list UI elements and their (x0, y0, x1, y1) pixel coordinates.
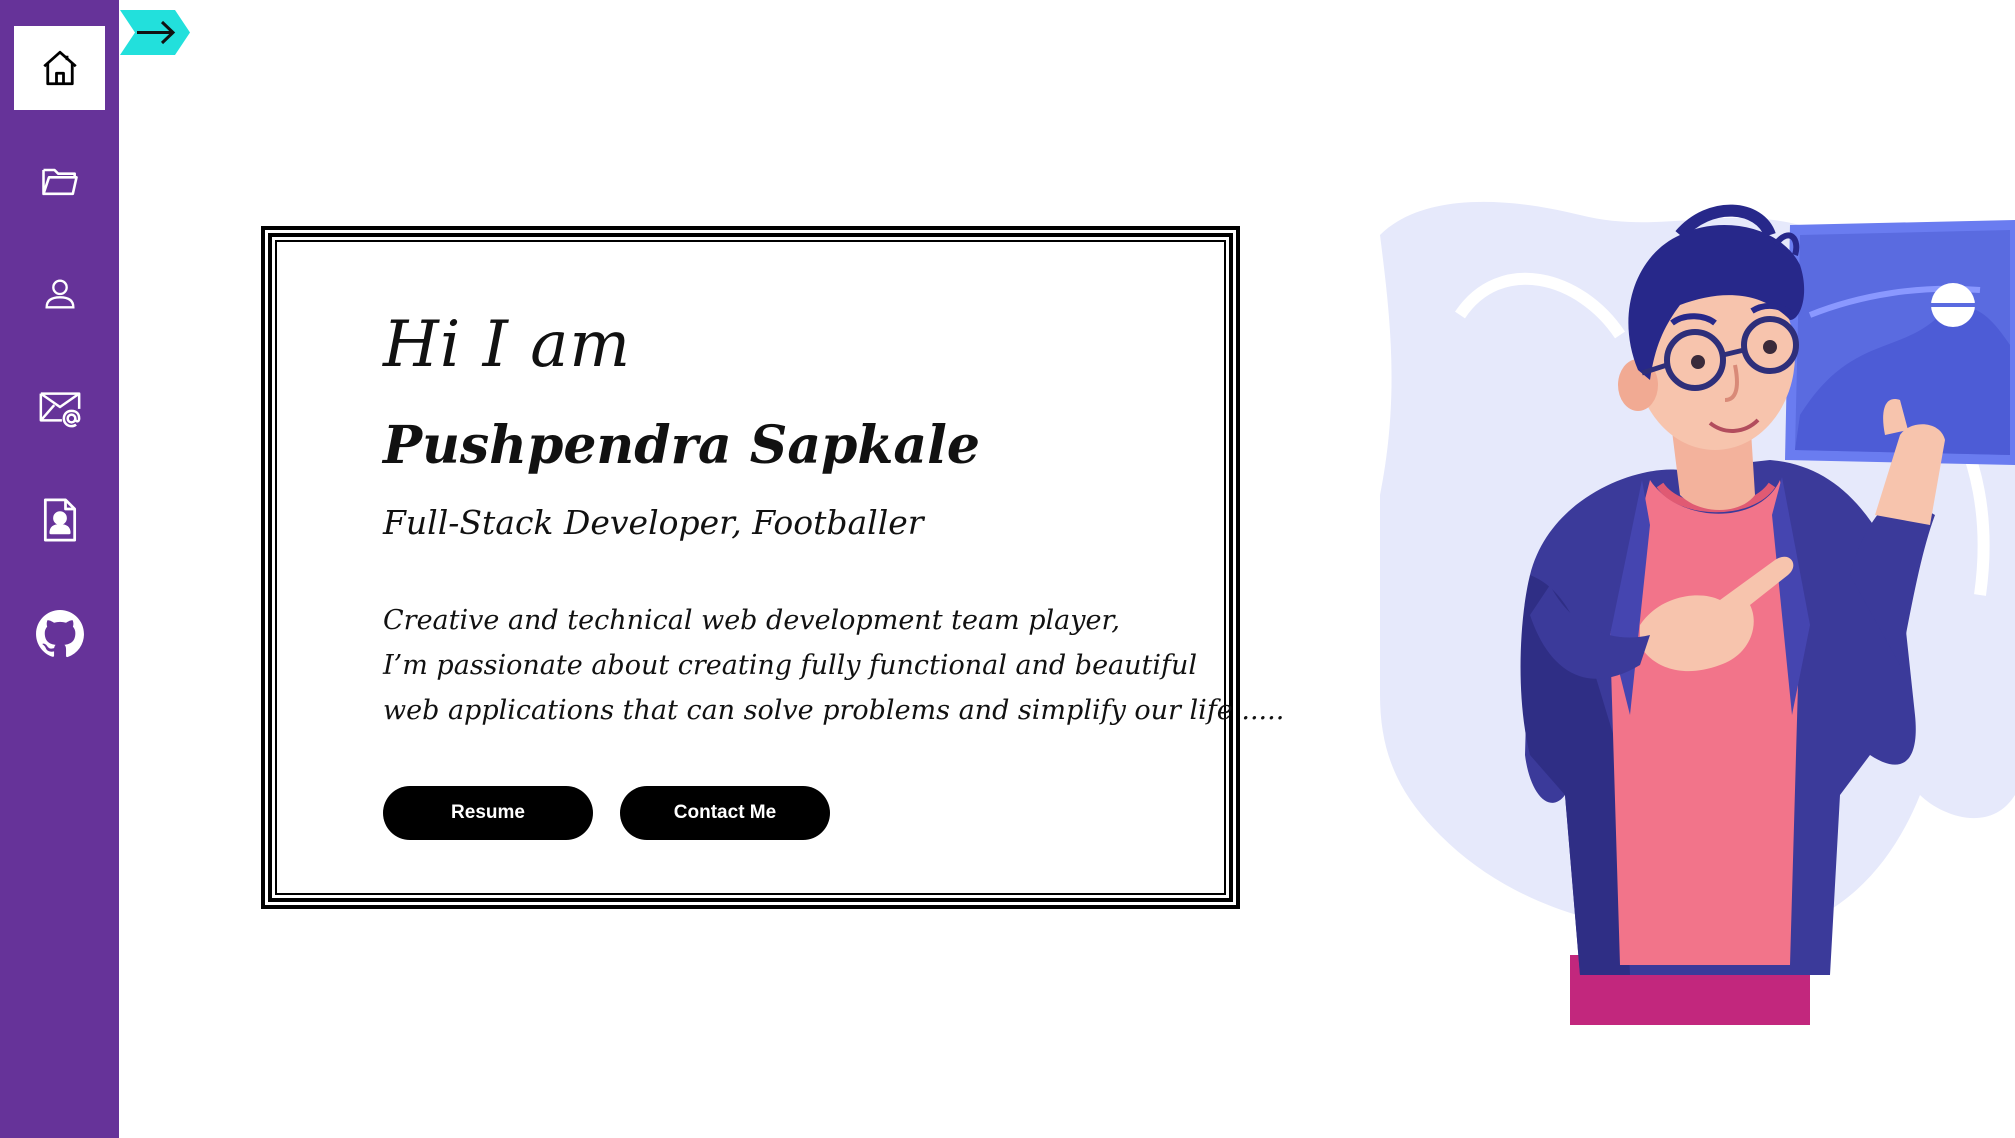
user-icon (44, 279, 75, 309)
resume-button[interactable]: Resume (383, 786, 593, 840)
nav-home[interactable] (14, 26, 105, 110)
sidebar (0, 0, 119, 1138)
folder-icon (41, 168, 78, 196)
hero-bio: Creative and technical web development t… (383, 598, 1285, 733)
contact-me-button[interactable]: Contact Me (620, 786, 830, 840)
arrow-right-icon (120, 10, 190, 55)
nav-projects[interactable] (14, 139, 105, 223)
hero-bio-line: Creative and technical web development t… (383, 605, 1121, 636)
hero-name: Pushpendra Sapkale (383, 415, 980, 476)
hero-greeting: Hi I am (383, 308, 632, 382)
nav-contact[interactable] (14, 365, 105, 449)
nav-resume[interactable] (14, 478, 105, 562)
mail-icon (39, 392, 80, 428)
resume-file-icon (43, 498, 76, 542)
hero-role: Full-Stack Developer, Footballer (383, 503, 924, 542)
hero-bio-line: web applications that can solve problems… (383, 695, 1285, 726)
nav-github[interactable] (14, 592, 105, 676)
hero-bio-line: I’m passionate about creating fully func… (383, 650, 1198, 681)
sidebar-toggle-button[interactable] (120, 10, 190, 55)
developer-illustration (1380, 195, 2015, 1025)
home-icon (42, 50, 77, 86)
page: Hi I am Pushpendra Sapkale Full-Stack De… (0, 0, 2015, 1138)
github-icon (35, 610, 84, 658)
nav-about[interactable] (14, 252, 105, 336)
